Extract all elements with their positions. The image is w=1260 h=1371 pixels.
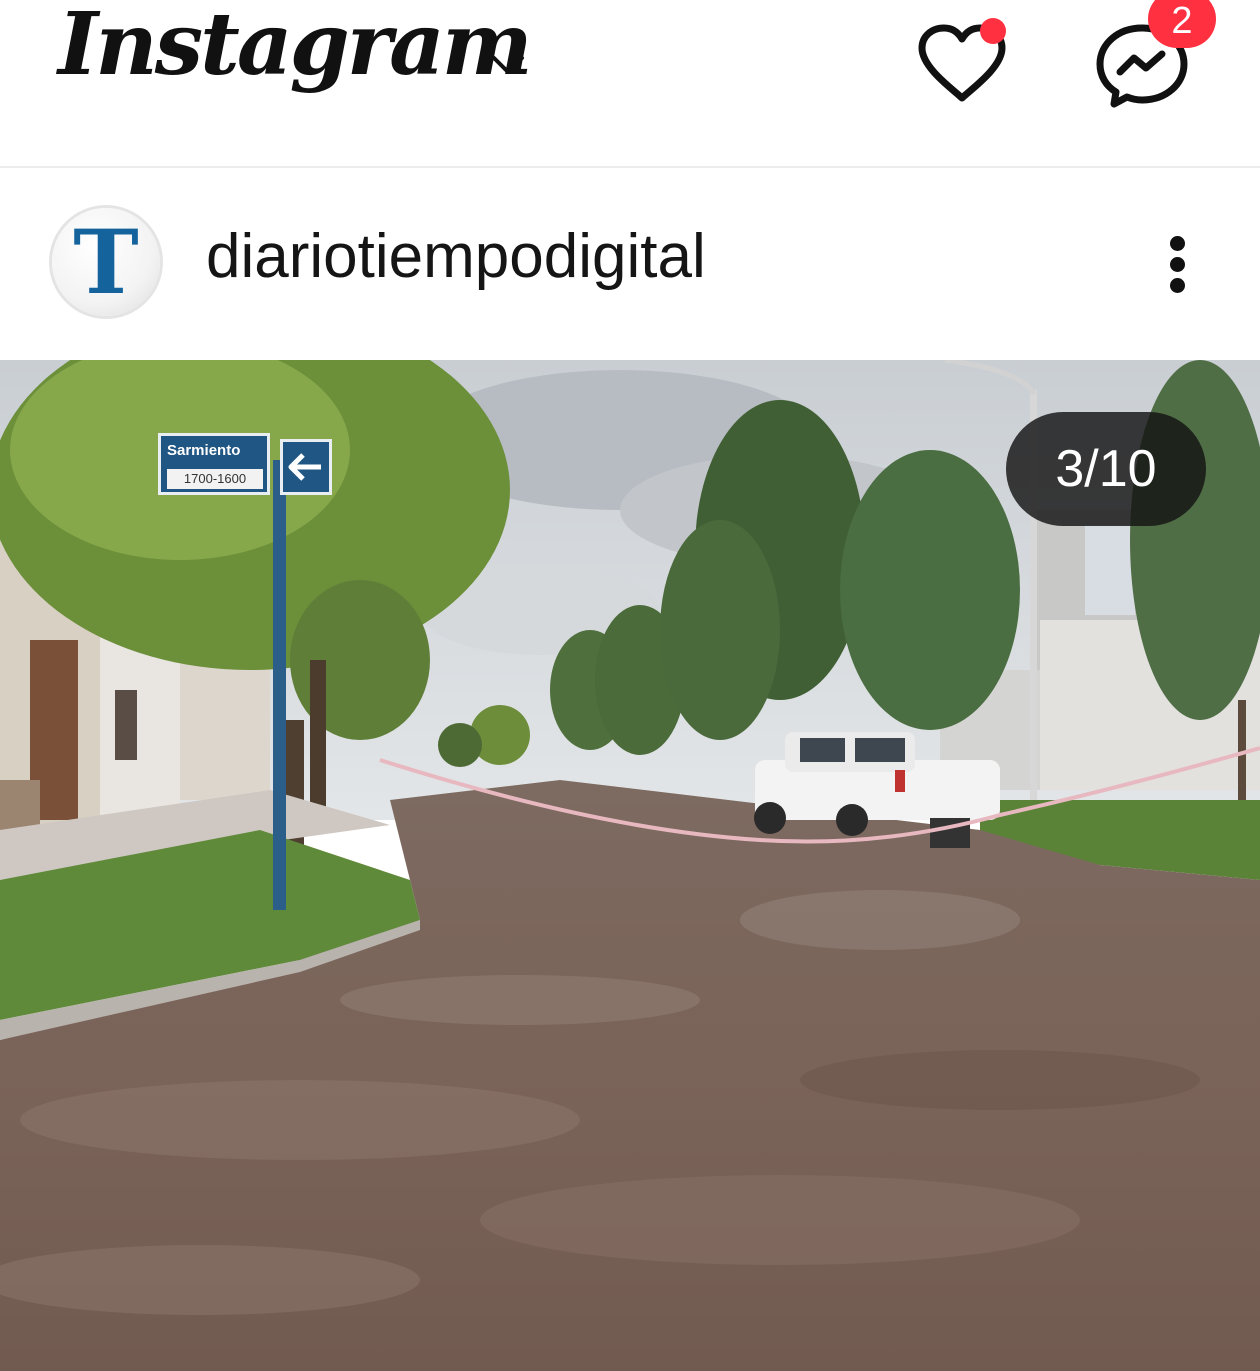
carousel-counter: 3/10	[1006, 412, 1206, 526]
avatar-logo-letter: T	[73, 210, 139, 314]
chevron-down-icon[interactable]	[488, 50, 528, 80]
avatar[interactable]: T	[52, 208, 160, 316]
street-sign: Sarmiento 1700-1600	[158, 433, 333, 503]
arrow-left-icon	[280, 439, 332, 495]
post-header: T diariotiempodigital	[0, 168, 1260, 360]
street-sign-name: Sarmiento	[167, 442, 241, 459]
street-sign-plate: Sarmiento 1700-1600	[158, 433, 270, 495]
post-username[interactable]: diariotiempodigital	[206, 226, 706, 288]
messages-count-badge: 2	[1148, 0, 1216, 48]
notification-dot	[980, 18, 1006, 44]
top-bar: Instagram 2	[0, 0, 1260, 166]
app-logo[interactable]: Instagram	[58, 2, 533, 88]
more-options-icon[interactable]	[1162, 232, 1194, 296]
street-sign-range: 1700-1600	[167, 469, 263, 489]
